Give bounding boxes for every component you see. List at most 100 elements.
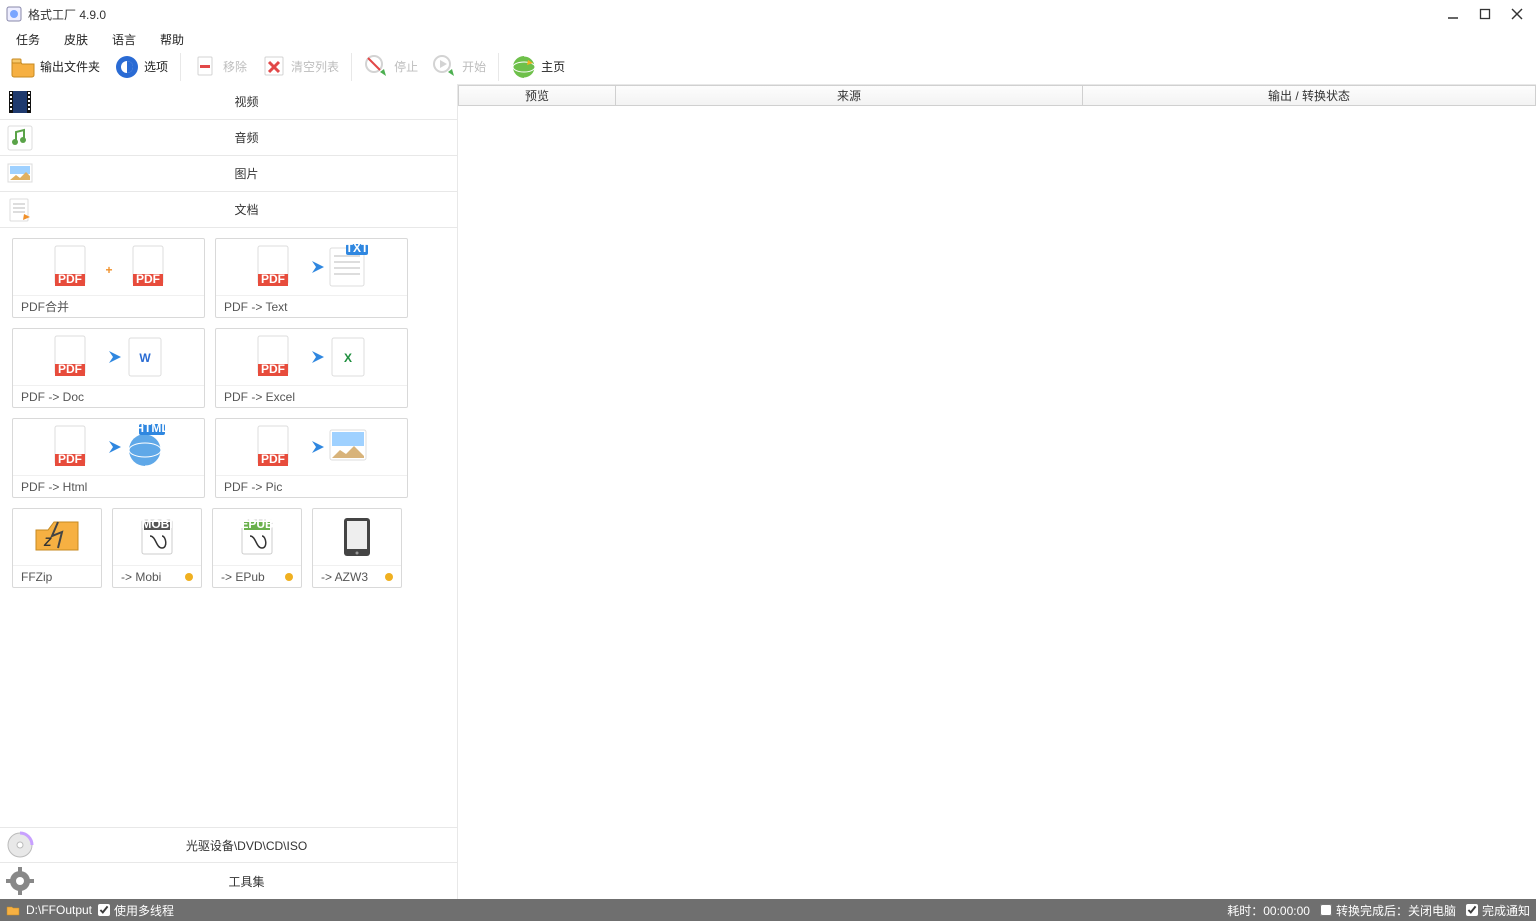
badge-dot-icon — [285, 573, 293, 581]
category-video-label: 视频 — [36, 93, 457, 110]
menu-task[interactable]: 任务 — [6, 29, 50, 50]
separator — [498, 53, 499, 81]
video-icon — [4, 86, 36, 118]
maximize-button[interactable] — [1478, 7, 1492, 21]
svg-text:X: X — [343, 351, 351, 365]
card-pdf-excel-label: PDF -> Excel — [224, 390, 295, 404]
picture-icon — [4, 158, 36, 190]
gear-icon — [4, 865, 36, 897]
stop-icon — [364, 54, 390, 80]
remove-label: 移除 — [223, 58, 247, 75]
notify-label: 完成通知 — [1482, 902, 1530, 919]
audio-icon — [4, 122, 36, 154]
category-tools[interactable]: 工具集 — [0, 863, 457, 899]
category-document[interactable]: 文档 — [0, 192, 457, 228]
pdf-pic-icon: PDF — [216, 419, 407, 475]
card-mobi[interactable]: MOBI -> Mobi — [112, 508, 202, 588]
svg-text:PDF: PDF — [58, 452, 82, 466]
titlebar: 格式工厂 4.9.0 — [0, 0, 1536, 28]
clear-list-icon — [261, 54, 287, 80]
column-preview[interactable]: 预览 — [458, 85, 616, 106]
remove-button[interactable]: 移除 — [189, 52, 251, 82]
output-path[interactable]: D:\FFOutput — [26, 903, 92, 917]
card-pdf-pic[interactable]: PDF PDF -> Pic — [215, 418, 408, 498]
category-picture[interactable]: 图片 — [0, 156, 457, 192]
pdf-excel-icon: PDF X — [216, 329, 407, 385]
shutdown-after-label: 转换完成后：关闭电脑 — [1336, 902, 1456, 919]
pdf-text-icon: PDF TXT — [216, 239, 407, 295]
category-document-label: 文档 — [36, 201, 457, 218]
stop-label: 停止 — [394, 58, 418, 75]
svg-text:PDF: PDF — [261, 362, 285, 376]
column-source-label: 来源 — [837, 87, 861, 104]
card-pdf-html[interactable]: PDF HTML PDF -> Html — [12, 418, 205, 498]
card-pdf-excel[interactable]: PDF X PDF -> Excel — [215, 328, 408, 408]
svg-text:TXT: TXT — [345, 244, 368, 255]
main-area: 视频 音频 图片 文档 PDF + PDF — [0, 84, 1536, 899]
svg-text:MOBI: MOBI — [141, 517, 172, 531]
stop-button[interactable]: 停止 — [360, 52, 422, 82]
category-audio[interactable]: 音频 — [0, 120, 457, 156]
toolbar: 输出文件夹 选项 移除 清空列表 停止 开始 主页 — [0, 50, 1536, 84]
menubar: 任务 皮肤 语言 帮助 — [0, 28, 1536, 50]
elapsed-label: 耗时： — [1227, 904, 1263, 918]
badge-dot-icon — [185, 573, 193, 581]
menu-help[interactable]: 帮助 — [150, 29, 194, 50]
elapsed-value: 00:00:00 — [1263, 904, 1310, 918]
card-pdf-merge[interactable]: PDF + PDF PDF合并 — [12, 238, 205, 318]
card-pdf-text[interactable]: PDF TXT PDF -> Text — [215, 238, 408, 318]
elapsed-time: 耗时：00:00:00 — [1227, 902, 1310, 919]
clear-list-label: 清空列表 — [291, 58, 339, 75]
svg-text:PDF: PDF — [58, 272, 82, 286]
right-pane: 预览 来源 输出 / 转换状态 — [458, 84, 1536, 899]
disc-icon — [4, 829, 36, 861]
column-status[interactable]: 输出 / 转换状态 — [1083, 85, 1536, 106]
column-source[interactable]: 来源 — [616, 85, 1083, 106]
category-optical-label: 光驱设备\DVD\CD\ISO — [36, 837, 457, 854]
close-button[interactable] — [1510, 7, 1524, 21]
task-list-body — [458, 106, 1536, 899]
options-button[interactable]: 选项 — [110, 52, 172, 82]
card-azw3[interactable]: -> AZW3 — [312, 508, 402, 588]
start-button[interactable]: 开始 — [428, 52, 490, 82]
options-icon — [114, 54, 140, 80]
column-status-label: 输出 / 转换状态 — [1268, 87, 1350, 104]
svg-text:+: + — [105, 263, 112, 277]
menu-skin[interactable]: 皮肤 — [54, 29, 98, 50]
clear-list-button[interactable]: 清空列表 — [257, 52, 343, 82]
output-folder-button[interactable]: 输出文件夹 — [6, 52, 104, 82]
minimize-button[interactable] — [1446, 7, 1460, 21]
card-epub[interactable]: EPUB -> EPub — [212, 508, 302, 588]
home-icon — [511, 54, 537, 80]
category-tools-label: 工具集 — [36, 873, 457, 890]
options-label: 选项 — [144, 58, 168, 75]
home-button[interactable]: 主页 — [507, 52, 569, 82]
svg-text:PDF: PDF — [261, 272, 285, 286]
svg-text:W: W — [139, 351, 151, 365]
card-ffzip[interactable]: Z FFZip — [12, 508, 102, 588]
ffzip-icon: Z — [13, 509, 101, 565]
column-headers: 预览 来源 输出 / 转换状态 — [458, 84, 1536, 106]
menu-language[interactable]: 语言 — [102, 29, 146, 50]
category-video[interactable]: 视频 — [0, 84, 457, 120]
home-label: 主页 — [541, 58, 565, 75]
card-azw3-label: -> AZW3 — [321, 570, 368, 584]
category-optical[interactable]: 光驱设备\DVD\CD\ISO — [0, 827, 457, 863]
multithread-checkbox[interactable]: 使用多线程 — [98, 902, 174, 919]
card-pdf-merge-label: PDF合并 — [21, 298, 69, 315]
statusbar: D:\FFOutput 使用多线程 耗时：00:00:00 转换完成后：关闭电脑… — [0, 899, 1536, 921]
document-icon — [4, 194, 36, 226]
window-controls — [1446, 7, 1530, 21]
remove-icon — [193, 54, 219, 80]
category-audio-label: 音频 — [36, 129, 457, 146]
notify-checkbox[interactable]: 完成通知 — [1466, 902, 1530, 919]
folder-icon — [10, 54, 36, 80]
shutdown-after-checkbox[interactable]: 转换完成后：关闭电脑 — [1320, 902, 1456, 919]
card-pdf-doc[interactable]: PDF W PDF -> Doc — [12, 328, 205, 408]
svg-text:Z: Z — [43, 535, 52, 549]
mobi-icon: MOBI — [113, 509, 201, 565]
separator — [180, 53, 181, 81]
category-picture-label: 图片 — [36, 165, 457, 182]
svg-text:PDF: PDF — [261, 452, 285, 466]
epub-icon: EPUB — [213, 509, 301, 565]
